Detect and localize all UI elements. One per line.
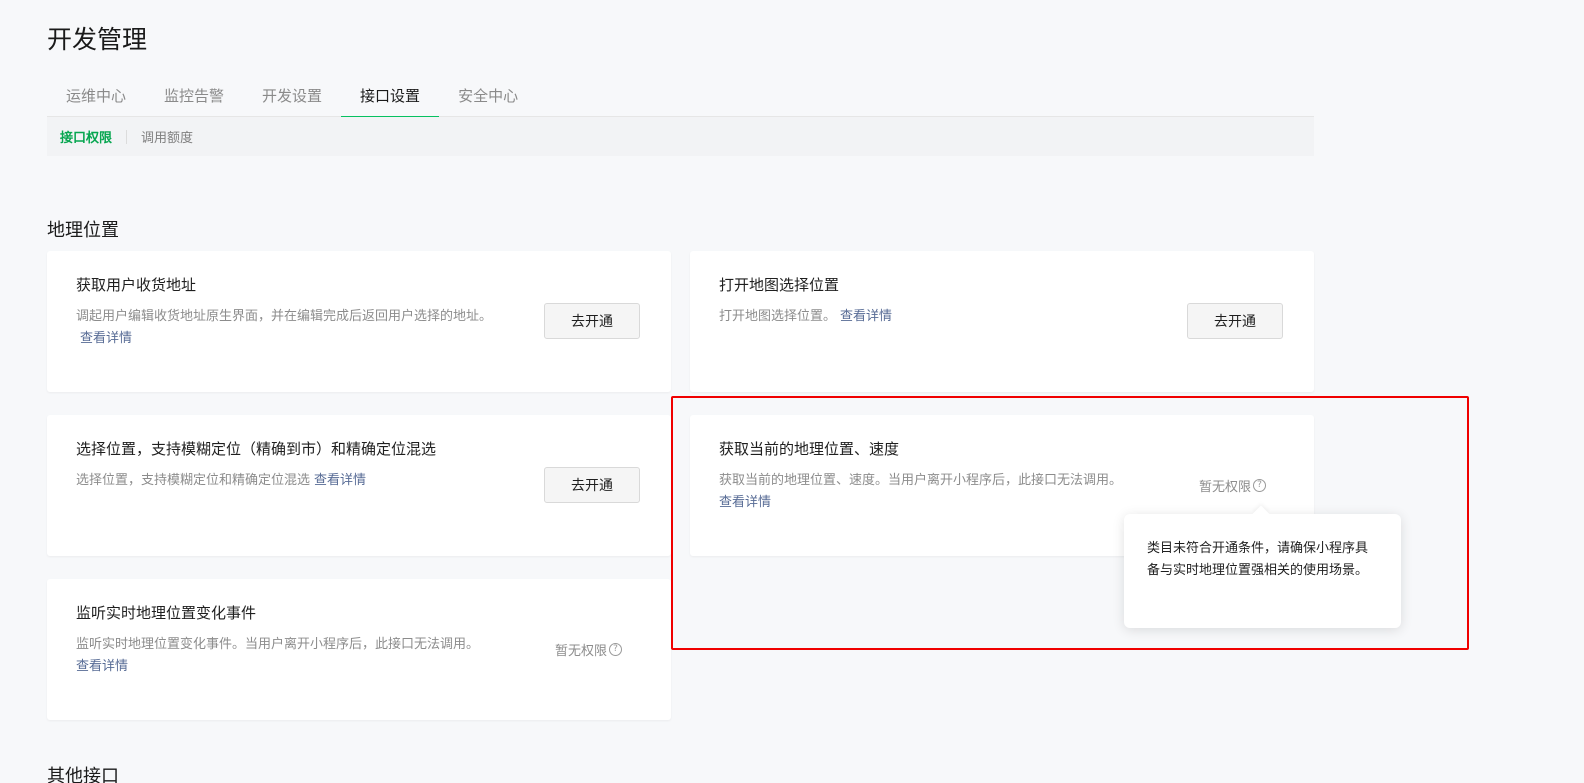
tab-ops-center[interactable]: 运维中心 — [47, 78, 145, 117]
no-permission-label: 暂无权限 — [1199, 480, 1252, 495]
tab-api-settings[interactable]: 接口设置 — [341, 78, 440, 118]
tooltip-text: 类目未符合开通条件，请确保小程序具备与实时地理位置强相关的使用场景。 — [1147, 541, 1369, 578]
enable-button[interactable]: 去开通 — [1187, 303, 1283, 339]
page-title: 开发管理 — [47, 25, 148, 54]
api-card-open-map-choose-location: 打开地图选择位置 打开地图选择位置。 查看详情 去开通 — [690, 251, 1314, 392]
view-details-link[interactable]: 查看详情 — [76, 659, 128, 674]
sub-tabs: 接口权限 调用额度 — [47, 117, 1314, 156]
card-title: 打开地图选择位置 — [719, 276, 840, 294]
card-desc-text: 打开地图选择位置。 — [719, 309, 837, 324]
card-desc-text: 监听实时地理位置变化事件。当用户离开小程序后，此接口无法调用。 — [76, 637, 480, 652]
no-permission-status: 暂无权限 ? — [555, 640, 623, 659]
view-details-link[interactable]: 查看详情 — [840, 309, 892, 324]
card-description: 打开地图选择位置。 查看详情 — [719, 306, 1149, 328]
view-details-link[interactable]: 查看详情 — [80, 331, 132, 346]
subtab-divider — [126, 129, 128, 144]
api-card-choose-location-fuzzy: 选择位置，支持模糊定位（精确到市）和精确定位混选 选择位置，支持模糊定位和精确定… — [47, 415, 671, 556]
subtab-call-quota[interactable]: 调用额度 — [141, 127, 193, 146]
view-details-link[interactable]: 查看详情 — [719, 495, 771, 510]
card-description: 选择位置，支持模糊定位和精确定位混选 查看详情 — [76, 470, 506, 492]
card-desc-text: 获取当前的地理位置、速度。当用户离开小程序后，此接口无法调用。 — [719, 473, 1123, 488]
card-desc-text: 调起用户编辑收货地址原生界面，并在编辑完成后返回用户选择的地址。 — [76, 309, 493, 324]
card-description: 调起用户编辑收货地址原生界面，并在编辑完成后返回用户选择的地址。查看详情 — [76, 306, 506, 350]
subtab-api-permissions[interactable]: 接口权限 — [60, 127, 112, 146]
card-title: 获取用户收货地址 — [76, 276, 197, 294]
api-card-shipping-address: 获取用户收货地址 调起用户编辑收货地址原生界面，并在编辑完成后返回用户选择的地址… — [47, 251, 671, 392]
no-permission-status: 暂无权限 ? — [1199, 476, 1267, 495]
card-description: 监听实时地理位置变化事件。当用户离开小程序后，此接口无法调用。 查看详情 — [76, 634, 506, 678]
section-title-location: 地理位置 — [47, 220, 119, 241]
enable-button[interactable]: 去开通 — [544, 303, 640, 339]
page: 开发管理 运维中心 监控告警 开发设置 接口设置 安全中心 接口权限 调用额度 … — [0, 0, 1584, 783]
tab-security-center[interactable]: 安全中心 — [439, 78, 537, 117]
card-title: 监听实时地理位置变化事件 — [76, 604, 257, 622]
enable-button[interactable]: 去开通 — [544, 467, 640, 503]
card-title: 选择位置，支持模糊定位（精确到市）和精确定位混选 — [76, 440, 437, 458]
no-permission-label: 暂无权限 — [555, 644, 608, 659]
api-card-location-change-event: 监听实时地理位置变化事件 监听实时地理位置变化事件。当用户离开小程序后，此接口无… — [47, 579, 671, 720]
view-details-link[interactable]: 查看详情 — [314, 473, 366, 488]
card-description: 获取当前的地理位置、速度。当用户离开小程序后，此接口无法调用。 查看详情 — [719, 470, 1149, 514]
permission-tooltip: 类目未符合开通条件，请确保小程序具备与实时地理位置强相关的使用场景。 — [1124, 514, 1401, 628]
question-circle-icon[interactable]: ? — [609, 643, 623, 656]
card-desc-text: 选择位置，支持模糊定位和精确定位混选 — [76, 473, 311, 488]
question-circle-icon[interactable]: ? — [1253, 479, 1267, 492]
tab-dev-settings[interactable]: 开发设置 — [243, 78, 341, 117]
tab-monitor-alerts[interactable]: 监控告警 — [145, 78, 243, 117]
section-title-other-apis: 其他接口 — [47, 766, 119, 783]
main-tabs: 运维中心 监控告警 开发设置 接口设置 安全中心 — [47, 78, 1314, 118]
card-title: 获取当前的地理位置、速度 — [719, 440, 900, 458]
